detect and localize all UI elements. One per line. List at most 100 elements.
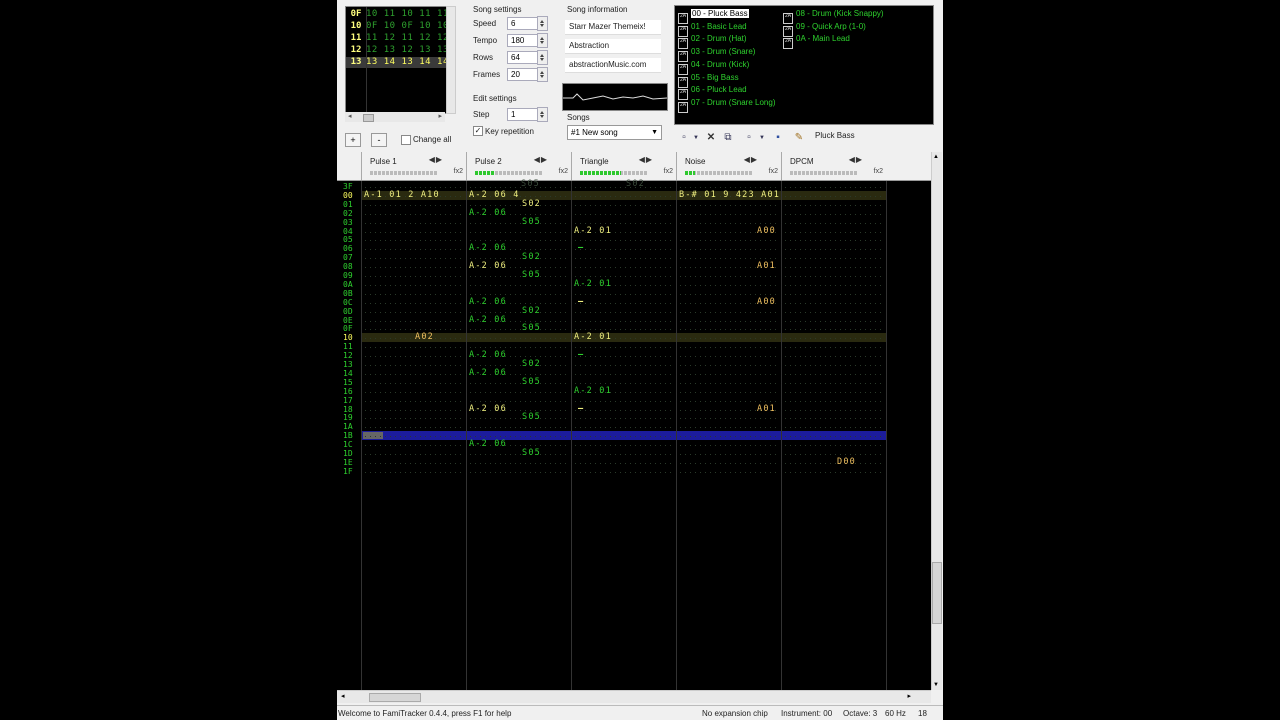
pattern-cell[interactable]: — xyxy=(578,297,583,307)
key-repetition-checkbox[interactable]: ✓ xyxy=(473,126,483,136)
frame-row[interactable]: 10 0F 10 0F 10 10 xyxy=(346,21,449,32)
pattern-hscroll[interactable]: ◂ ▸ xyxy=(337,690,931,703)
pattern-cell[interactable]: A-2 06 xyxy=(469,368,507,378)
tempo-input[interactable]: 180 xyxy=(507,34,540,47)
channel-arrows-icon[interactable]: ◀▶ xyxy=(639,155,653,164)
instrument-item[interactable]: 2A 09 - Quick Arp (1-0) xyxy=(783,21,866,37)
pattern-cell[interactable]: S02 xyxy=(522,306,541,316)
pattern-rows[interactable]: 3F 00 01 02 03 04 05 06 07 08 09 0A 0B 0C 0D 0E 0F 10 11 12… xyxy=(337,180,931,690)
channel-triangle[interactable]: Triangle ◀▶ fx2 xyxy=(571,152,677,180)
pattern-cell[interactable]: S05 xyxy=(522,377,541,387)
instrument-item[interactable]: 2A 04 - Drum (Kick) xyxy=(678,59,749,75)
pattern-cell[interactable]: — xyxy=(578,244,583,253)
empty-cell-dots xyxy=(365,320,461,322)
pattern-cell[interactable]: A-2 06 xyxy=(469,404,507,414)
step-input[interactable]: 1 xyxy=(507,108,540,121)
channel-pulse-1[interactable]: Pulse 1 ◀▶ fx2 xyxy=(361,152,467,180)
pattern-cell[interactable]: A-2 06 xyxy=(469,244,507,253)
pattern-cell[interactable]: A-2 01 xyxy=(574,226,612,236)
frame-list-hscroll[interactable]: ◂ ▸ xyxy=(345,112,445,122)
empty-cell-dots xyxy=(785,409,881,411)
instrument-item[interactable]: 2A 02 - Drum (Hat) xyxy=(678,33,747,50)
instrument-item[interactable]: 2A 08 - Drum (Kick Snappy) xyxy=(783,8,884,24)
instrument-item[interactable]: 2A 03 - Drum (Snare) xyxy=(678,46,755,63)
pattern-cell[interactable]: A-1 01 2 A10 xyxy=(364,190,440,200)
frame-list[interactable]: 0F 10 11 10 11 11 10 0F 10 0F 10 10 11 11 12 … xyxy=(345,6,449,114)
remove-instrument-icon[interactable]: ✕ xyxy=(705,132,717,144)
pattern-cell[interactable]: S02 xyxy=(522,360,541,369)
pattern-cell[interactable]: A-2 06 xyxy=(469,297,507,307)
instrument-list[interactable]: 2A 00 - Pluck Bass 2A 01 - Basic Lead 2A 02 -… xyxy=(674,5,934,125)
pattern-cell[interactable]: — xyxy=(578,351,583,360)
instrument-item[interactable]: 2A 01 - Basic Lead xyxy=(678,21,747,37)
tempo-spinner[interactable] xyxy=(537,33,548,48)
frame-row[interactable]: 0F 10 11 10 11 11 xyxy=(346,9,449,20)
pattern-cell[interactable]: S02 xyxy=(522,199,541,209)
empty-cell-dots xyxy=(365,302,461,304)
instrument-item[interactable]: 2A 06 - Pluck Lead xyxy=(678,84,747,101)
song-artist-field[interactable]: Abstraction xyxy=(565,39,661,54)
instrument-item[interactable]: 2A 00 - Pluck Bass xyxy=(678,8,749,24)
pattern-cell[interactable]: S05 xyxy=(522,324,541,333)
frame-row[interactable]: 12 12 13 12 13 13 xyxy=(346,45,449,56)
chevron-down-icon[interactable]: ▼ xyxy=(690,132,702,144)
chevron-down-icon[interactable]: ▼ xyxy=(756,132,768,144)
channel-noise[interactable]: Noise ◀▶ fx2 xyxy=(676,152,782,180)
step-spinner[interactable] xyxy=(537,107,548,122)
pattern-cell[interactable]: A-2 06 xyxy=(469,351,507,360)
speed-spinner[interactable] xyxy=(537,16,548,31)
pattern-cell[interactable]: A00 xyxy=(757,297,776,307)
frames-spinner[interactable] xyxy=(537,67,548,82)
edit-instrument-icon[interactable]: ✎ xyxy=(793,132,805,144)
save-instrument-icon[interactable]: ▪ xyxy=(772,132,784,144)
pattern-cell[interactable]: A-2 06 xyxy=(469,315,507,325)
instrument-item[interactable]: 2A 05 - Big Bass xyxy=(678,72,739,88)
rows-spinner[interactable] xyxy=(537,50,548,65)
pattern-vscroll[interactable]: ▲ ▼ xyxy=(931,152,942,690)
frame-list-scrollbar[interactable] xyxy=(446,6,456,114)
pattern-cell[interactable]: S05 xyxy=(522,413,541,422)
pattern-cell[interactable]: S05 xyxy=(522,217,541,227)
frames-input[interactable]: 20 xyxy=(507,68,540,81)
rows-input[interactable]: 64 xyxy=(507,51,540,64)
pattern-cell[interactable]: S05 xyxy=(522,271,541,280)
pattern-cell[interactable]: A02 xyxy=(415,333,434,342)
pattern-cell[interactable]: A-2 06 4 xyxy=(469,190,520,200)
remove-frame-button[interactable]: - xyxy=(371,133,387,147)
channel-arrows-icon[interactable]: ◀▶ xyxy=(534,155,548,164)
pattern-cell[interactable]: A-2 01 xyxy=(574,279,612,289)
channel-arrows-icon[interactable]: ◀▶ xyxy=(429,155,443,164)
new-instrument-icon[interactable]: ▫ xyxy=(678,132,690,144)
pattern-cell[interactable]: A01 xyxy=(757,404,776,414)
load-instrument-icon[interactable]: ▫ xyxy=(743,132,755,144)
channel-dpcm[interactable]: DPCM ◀▶ fx2 xyxy=(781,152,887,180)
frame-row[interactable]: 13 13 14 13 14 14 xyxy=(346,57,448,68)
instrument-item[interactable]: 2A 0A - Main Lead xyxy=(783,33,850,50)
song-name-field[interactable]: Starr Mazer Themeix! xyxy=(565,20,661,35)
instrument-name-field[interactable]: Pluck Bass xyxy=(815,129,933,143)
pattern-cell[interactable]: S05 xyxy=(522,449,541,458)
channel-arrows-icon[interactable]: ◀▶ xyxy=(849,155,863,164)
channel-arrows-icon[interactable]: ◀▶ xyxy=(744,155,758,164)
frame-row[interactable]: 11 11 12 11 12 12 xyxy=(346,33,449,44)
pattern-editor[interactable]: Pulse 1 ◀▶ fx2 Pulse 2 ◀▶ fx2 Triangle ◀▶ fx2 Noi… xyxy=(337,152,931,690)
songs-dropdown[interactable]: #1 New song ▼ xyxy=(567,125,662,140)
speed-input[interactable]: 6 xyxy=(507,17,540,30)
pattern-cell[interactable]: A-2 06 xyxy=(469,262,507,271)
pattern-cell[interactable]: B-# 01 9 423 A01 xyxy=(679,190,780,200)
pattern-cell[interactable]: A00 xyxy=(757,226,776,236)
instrument-item[interactable]: 2A 07 - Drum (Snare Long) xyxy=(678,97,775,113)
pattern-cell[interactable]: A-2 06 xyxy=(469,208,507,218)
clone-instrument-icon[interactable]: ⧉ xyxy=(722,132,734,144)
pattern-cell[interactable]: D00 xyxy=(837,457,856,467)
channel-pulse-2[interactable]: Pulse 2 ◀▶ fx2 xyxy=(466,152,572,180)
add-frame-button[interactable]: + xyxy=(345,133,361,147)
pattern-cell[interactable]: A-2 01 xyxy=(574,386,612,396)
pattern-cell[interactable]: — xyxy=(578,404,583,414)
song-copyright-field[interactable]: abstractionMusic.com xyxy=(565,58,661,73)
pattern-cell[interactable]: A-2 01 xyxy=(574,333,612,342)
pattern-cell[interactable]: A-2 06 xyxy=(469,440,507,449)
pattern-cell[interactable]: S02 xyxy=(522,253,541,262)
change-all-checkbox[interactable] xyxy=(401,135,411,145)
pattern-cell[interactable]: A01 xyxy=(757,262,776,271)
